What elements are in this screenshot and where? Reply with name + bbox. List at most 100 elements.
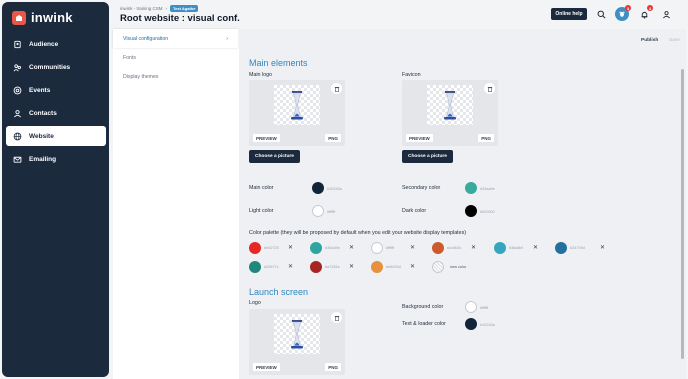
- notifications-count-badge: 3: [647, 5, 653, 11]
- contacts-icon: [14, 109, 21, 117]
- subnav-item-visual-configuration[interactable]: Visual configuration ›: [113, 29, 238, 48]
- background-color-hex: #ffffff: [480, 306, 489, 310]
- remove-palette-color-3-button[interactable]: ✕: [410, 244, 415, 251]
- visual-config-main: Main elements Main logo Favicon PREVIEW …: [239, 29, 686, 379]
- hourglass-image: [427, 85, 473, 125]
- sidebar-item-audience[interactable]: Audience: [6, 34, 106, 54]
- sidebar-item-label: Events: [29, 86, 51, 94]
- chevron-right-icon: ›: [226, 35, 228, 42]
- remove-palette-color-9-button[interactable]: ✕: [410, 263, 415, 270]
- environment-badge: Test Agathe: [170, 5, 199, 12]
- png-format-tag: PNG: [478, 134, 494, 142]
- remove-palette-color-1-button[interactable]: ✕: [288, 244, 293, 251]
- light-color-swatch[interactable]: [312, 205, 324, 217]
- subnav-item-fonts[interactable]: Fonts: [113, 48, 238, 67]
- remove-palette-color-7-button[interactable]: ✕: [288, 263, 293, 270]
- secondary-color-swatch[interactable]: [465, 182, 477, 194]
- preview-tag[interactable]: PREVIEW: [253, 134, 280, 142]
- hourglass-image: [274, 85, 320, 125]
- sidebar-item-events[interactable]: Events: [6, 80, 106, 100]
- sidebar-item-label: Emailing: [29, 155, 57, 163]
- user-icon: [662, 10, 670, 18]
- secondary-color-hex: #39aa9e: [480, 187, 495, 191]
- choose-main-logo-button[interactable]: Choose a picture: [249, 150, 300, 163]
- favicon-label: Favicon: [402, 72, 421, 78]
- inwink-logo-icon: [12, 10, 26, 25]
- palette-swatch-2[interactable]: [310, 242, 322, 254]
- launch-logo-label: Logo: [249, 300, 261, 306]
- palette-swatch-5[interactable]: [494, 242, 506, 254]
- palette-hex-7: #20877c: [264, 265, 279, 269]
- palette-swatch-3[interactable]: [371, 242, 383, 254]
- palette-hex-1: #e52725: [264, 246, 279, 250]
- palette-hex-4: #cc5b2b: [447, 246, 462, 250]
- account-button[interactable]: [661, 9, 671, 19]
- remove-palette-color-5-button[interactable]: ✕: [533, 244, 538, 251]
- palette-swatch-4[interactable]: [432, 242, 444, 254]
- launch-logo-preview: PREVIEW PNG: [249, 309, 345, 375]
- palette-swatch-9[interactable]: [371, 261, 383, 273]
- palette-hex-5: #36a6bf: [509, 246, 523, 250]
- png-format-tag: PNG: [325, 134, 341, 142]
- settings-subnav: Visual configuration › Fonts Display the…: [113, 29, 238, 379]
- sidebar-item-communities[interactable]: Communities: [6, 57, 106, 77]
- delete-launch-logo-button[interactable]: [331, 312, 342, 323]
- app-logo[interactable]: inwink: [12, 10, 73, 25]
- remove-palette-color-4-button[interactable]: ✕: [471, 244, 476, 251]
- trash-icon: [334, 315, 339, 321]
- palette-swatch-8[interactable]: [310, 261, 322, 273]
- hourglass-image: [274, 314, 320, 354]
- color-palette-label: Color palette (they will be proposed by …: [249, 230, 466, 236]
- breadcrumb-separator: ›: [165, 6, 168, 11]
- section-title-launch-screen: Launch screen: [249, 287, 309, 297]
- main-color-swatch[interactable]: [312, 182, 324, 194]
- mail-icon: [13, 156, 22, 163]
- text-loader-color-swatch[interactable]: [465, 318, 477, 330]
- remove-palette-color-8-button[interactable]: ✕: [349, 263, 354, 270]
- search-icon: [597, 10, 605, 18]
- hourglass-icon: [444, 91, 456, 120]
- search-button[interactable]: [596, 9, 606, 19]
- hourglass-icon: [291, 320, 303, 349]
- new-color-label[interactable]: new color: [450, 265, 466, 269]
- new-color-swatch[interactable]: [432, 261, 444, 273]
- trash-icon: [487, 86, 492, 92]
- delete-favicon-button[interactable]: [484, 83, 495, 94]
- subnav-item-label: Fonts: [123, 54, 136, 61]
- palette-swatch-7[interactable]: [249, 261, 261, 273]
- palette-swatch-1[interactable]: [249, 242, 261, 254]
- background-color-swatch[interactable]: [465, 301, 477, 313]
- main-logo-preview: PREVIEW PNG: [249, 80, 345, 146]
- main-scrollbar[interactable]: [681, 69, 684, 359]
- online-help-button[interactable]: Online help: [551, 8, 587, 20]
- remove-palette-color-6-button[interactable]: ✕: [600, 244, 605, 251]
- choose-favicon-button[interactable]: Choose a picture: [402, 150, 453, 163]
- avatar-count-badge: 3: [625, 5, 631, 11]
- page-title: Root website : visual conf.: [120, 13, 240, 24]
- favicon-preview: PREVIEW PNG: [402, 80, 498, 146]
- palette-swatch-6[interactable]: [555, 242, 567, 254]
- dark-color-hex: #000000: [480, 210, 495, 214]
- sidebar-item-contacts[interactable]: Contacts: [6, 103, 106, 123]
- preview-tag[interactable]: PREVIEW: [253, 363, 280, 371]
- bell-icon: [641, 11, 647, 19]
- sidebar-item-label: Communities: [29, 63, 71, 71]
- palette-hex-8: #a7251e: [325, 265, 340, 269]
- breadcrumb-item[interactable]: inwink - training CSM: [120, 6, 163, 11]
- subnav-item-display-themes[interactable]: Display themes: [113, 67, 238, 86]
- sidebar-nav: Audience Communities Events Contacts Web…: [6, 34, 106, 172]
- secondary-color-label: Secondary color: [402, 185, 441, 191]
- light-color-hex: #ffffff: [327, 210, 336, 214]
- dark-color-swatch[interactable]: [465, 205, 477, 217]
- sidebar-item-website[interactable]: Website: [6, 126, 106, 146]
- breadcrumb: inwink - training CSM › Test Agathe: [120, 5, 199, 12]
- content-panel: Visual configuration › Fonts Display the…: [113, 29, 686, 379]
- trash-icon: [334, 86, 339, 92]
- preview-tag[interactable]: PREVIEW: [406, 134, 433, 142]
- publish-button[interactable]: Publish: [641, 38, 658, 43]
- sidebar-item-emailing[interactable]: Emailing: [6, 149, 106, 169]
- delete-main-logo-button[interactable]: [331, 83, 342, 94]
- save-button[interactable]: Save: [669, 38, 680, 43]
- bee-icon: [619, 11, 625, 17]
- remove-palette-color-2-button[interactable]: ✕: [349, 244, 354, 251]
